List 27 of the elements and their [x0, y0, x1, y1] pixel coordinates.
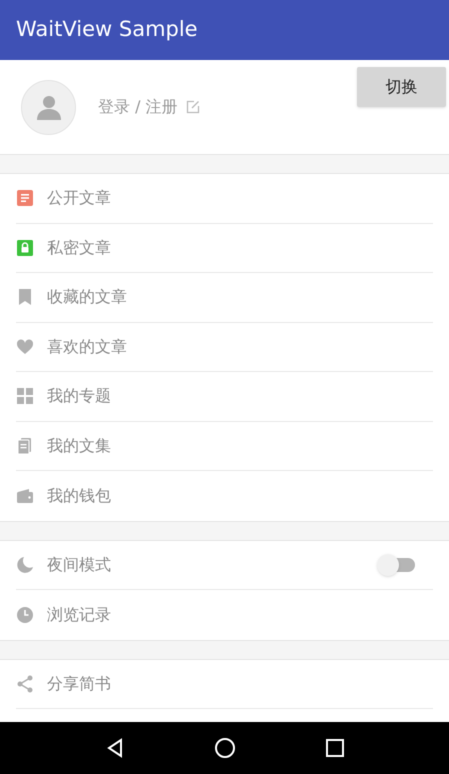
- share-icon: [16, 674, 34, 693]
- login-link[interactable]: 登录 / 注册: [98, 95, 200, 119]
- menu-item[interactable]: 浏览记录: [16, 590, 433, 640]
- home-icon[interactable]: [214, 737, 236, 759]
- heart-icon: [16, 338, 34, 356]
- lock-icon: [16, 238, 34, 257]
- menu-item[interactable]: 公开文章: [16, 174, 433, 224]
- document-icon: [16, 189, 34, 208]
- bookmark-icon: [16, 288, 34, 306]
- menu-item[interactable]: 夜间模式: [16, 540, 433, 590]
- moon-icon: [16, 556, 34, 574]
- menu-item[interactable]: 喜欢的文章: [16, 322, 433, 372]
- wallet-icon: [16, 486, 34, 505]
- menu-item[interactable]: 私密文章: [16, 224, 433, 273]
- menu-item[interactable]: 我的文集: [16, 422, 433, 471]
- back-icon[interactable]: [104, 738, 125, 758]
- app-title: WaitView Sample: [16, 16, 198, 44]
- menu-item[interactable]: 我的专题: [16, 372, 433, 422]
- grid-icon: [16, 387, 34, 406]
- menu-item[interactable]: 我的钱包: [16, 471, 433, 520]
- clock-icon: [16, 606, 34, 624]
- switch-button[interactable]: 切换: [357, 67, 446, 107]
- menu-item[interactable]: 收藏的文章: [16, 273, 433, 322]
- recent-apps-icon[interactable]: [326, 739, 344, 757]
- edit-icon: [186, 100, 200, 114]
- person-icon: [36, 94, 62, 120]
- pages-icon: [16, 436, 34, 455]
